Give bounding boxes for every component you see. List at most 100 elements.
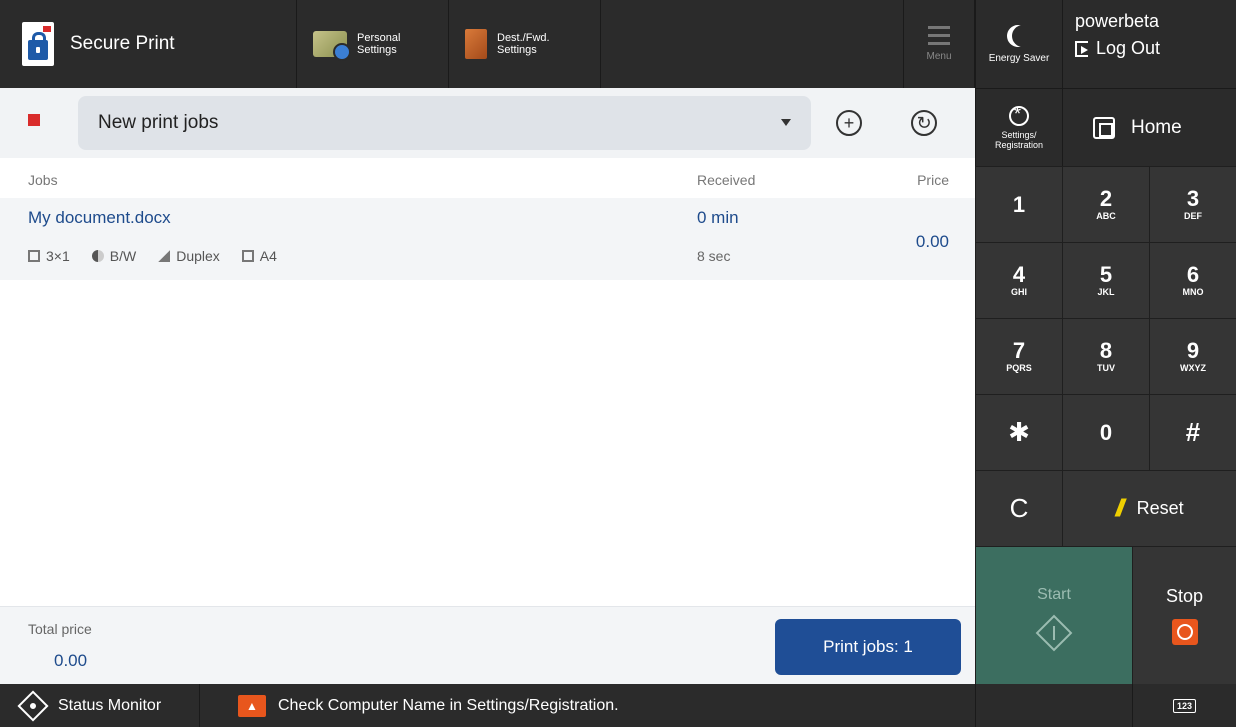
- key-letters: JKL: [1097, 287, 1115, 297]
- key-asterisk[interactable]: ✱: [975, 394, 1062, 470]
- key-letters: DEF: [1184, 211, 1202, 221]
- table-row[interactable]: My document.docx 3×1 B/W Duplex A4 0 min…: [0, 198, 975, 280]
- menu-button[interactable]: Menu: [904, 0, 975, 88]
- asterisk-icon: ✱: [1008, 417, 1030, 447]
- status-message-text: Check Computer Name in Settings/Registra…: [278, 696, 619, 714]
- divider: [975, 684, 976, 727]
- table-header: Jobs Received Price: [0, 158, 975, 198]
- key-number: 4: [1012, 262, 1026, 287]
- stop-button[interactable]: Stop: [1132, 546, 1236, 684]
- clear-button[interactable]: C: [975, 470, 1062, 546]
- personal-settings-button[interactable]: Personal Settings: [297, 0, 449, 88]
- reset-button[interactable]: // Reset: [1062, 470, 1236, 546]
- energy-saver-label: Energy Saver: [988, 52, 1050, 64]
- status-message[interactable]: ▲ Check Computer Name in Settings/Regist…: [238, 684, 619, 727]
- status-monitor-button[interactable]: Status Monitor: [0, 684, 200, 727]
- job-paper: A4: [259, 248, 277, 264]
- shortcut-label: Personal: [357, 32, 401, 44]
- key-1[interactable]: 1: [975, 166, 1062, 242]
- refresh-button[interactable]: ↻: [911, 110, 937, 136]
- key-letters: MNO: [1182, 287, 1204, 297]
- app-title-area: Secure Print: [0, 0, 297, 88]
- key-4[interactable]: 4 GHI: [975, 242, 1062, 318]
- start-icon: [1035, 614, 1073, 651]
- hash-icon: #: [1185, 417, 1201, 447]
- job-filter-icon: [28, 114, 48, 132]
- status-monitor-icon: [17, 689, 49, 722]
- energy-saver-button[interactable]: Energy Saver: [975, 0, 1062, 88]
- logout-label: Log Out: [1096, 38, 1161, 58]
- total-price-value: 0.00: [54, 651, 88, 670]
- job-price: 0.00: [915, 232, 949, 251]
- key-8[interactable]: 8 TUV: [1062, 318, 1149, 394]
- add-job-button[interactable]: +: [836, 110, 862, 136]
- clear-label: C: [1009, 493, 1029, 523]
- user-area: powerbeta Log Out: [1062, 0, 1236, 88]
- key-7[interactable]: 7 PQRS: [975, 318, 1062, 394]
- hamburger-icon: [928, 26, 950, 45]
- shortcut-label: Dest./Fwd.: [497, 32, 550, 44]
- personal-settings-icon: [313, 31, 351, 61]
- key-hash[interactable]: #: [1149, 394, 1236, 470]
- key-9[interactable]: 9 WXYZ: [1149, 318, 1236, 394]
- reset-label: Reset: [1136, 498, 1184, 518]
- key-number: 0: [1099, 419, 1113, 445]
- app-title: Secure Print: [70, 33, 175, 54]
- menu-label: Menu: [926, 51, 952, 62]
- paper-size-icon: [241, 250, 254, 262]
- key-letters: TUV: [1097, 363, 1115, 373]
- job-received-seconds: 8 sec: [697, 248, 731, 264]
- home-icon: [1093, 116, 1115, 139]
- duplex-icon: [158, 250, 171, 262]
- key-number: 6: [1186, 262, 1200, 287]
- settings-icon: [1009, 104, 1029, 126]
- key-number: 5: [1099, 262, 1113, 287]
- status-bar: Status Monitor ▲ Check Computer Name in …: [0, 684, 1236, 727]
- home-button[interactable]: Home: [1062, 88, 1236, 166]
- logout-icon: [1075, 40, 1088, 57]
- plus-icon: +: [843, 113, 855, 133]
- start-button[interactable]: Start: [975, 546, 1132, 684]
- key-number: 7: [1012, 338, 1026, 363]
- start-label: Start: [1037, 585, 1071, 603]
- shortcut-label: Settings: [357, 44, 397, 56]
- key-number: 9: [1186, 338, 1200, 363]
- key-6[interactable]: 6 MNO: [1149, 242, 1236, 318]
- key-number: 2: [1099, 186, 1113, 211]
- job-color: B/W: [109, 248, 137, 264]
- job-attributes: 3×1 B/W Duplex A4: [28, 248, 277, 264]
- top-bar: Secure Print Personal Settings Dest./Fwd…: [0, 0, 975, 88]
- print-jobs-button[interactable]: Print jobs: 1: [775, 619, 961, 675]
- column-header-jobs: Jobs: [28, 172, 58, 188]
- filter-bar: New print jobs + ↻: [0, 88, 975, 158]
- user-name: powerbeta: [1075, 11, 1160, 31]
- moon-icon: [1012, 25, 1034, 47]
- key-number: 8: [1099, 338, 1113, 363]
- logout-button[interactable]: Log Out: [1075, 38, 1236, 59]
- key-2[interactable]: 2 ABC: [1062, 166, 1149, 242]
- settings-registration-button[interactable]: Settings/ Registration: [975, 88, 1062, 166]
- job-name: My document.docx: [28, 208, 171, 227]
- topbar-blank: [601, 0, 904, 88]
- key-5[interactable]: 5 JKL: [1062, 242, 1149, 318]
- column-header-received: Received: [697, 172, 756, 188]
- dest-fwd-settings-button[interactable]: Dest./Fwd. Settings: [449, 0, 601, 88]
- dest-fwd-settings-icon: [465, 29, 487, 59]
- job-filter-selected: New print jobs: [98, 112, 219, 133]
- key-number: 1: [1012, 191, 1026, 217]
- numeric-keypad: 1 2 ABC 3 DEF 4 GHI 5 JKL 6 MNO 7 PQRS 8 TUV 9W…: [975, 166, 1236, 546]
- key-number: 3: [1186, 186, 1200, 211]
- job-received: 0 min: [697, 208, 739, 227]
- chevron-down-icon: [781, 119, 791, 126]
- keyboard-button[interactable]: 123: [1132, 684, 1236, 727]
- settings-label: Settings/: [1001, 129, 1037, 140]
- job-filter-dropdown[interactable]: New print jobs: [78, 96, 811, 150]
- key-3[interactable]: 3 DEF: [1149, 166, 1236, 242]
- total-price-label: Total price: [28, 621, 92, 637]
- key-letters: PQRS: [1006, 363, 1032, 373]
- shortcut-label: Settings: [497, 44, 537, 56]
- footer-panel: Total price 0.00 Print jobs: 1: [0, 606, 975, 684]
- key-0[interactable]: 0: [1062, 394, 1149, 470]
- color-mode-icon: [91, 250, 104, 262]
- column-header-price: Price: [917, 172, 949, 188]
